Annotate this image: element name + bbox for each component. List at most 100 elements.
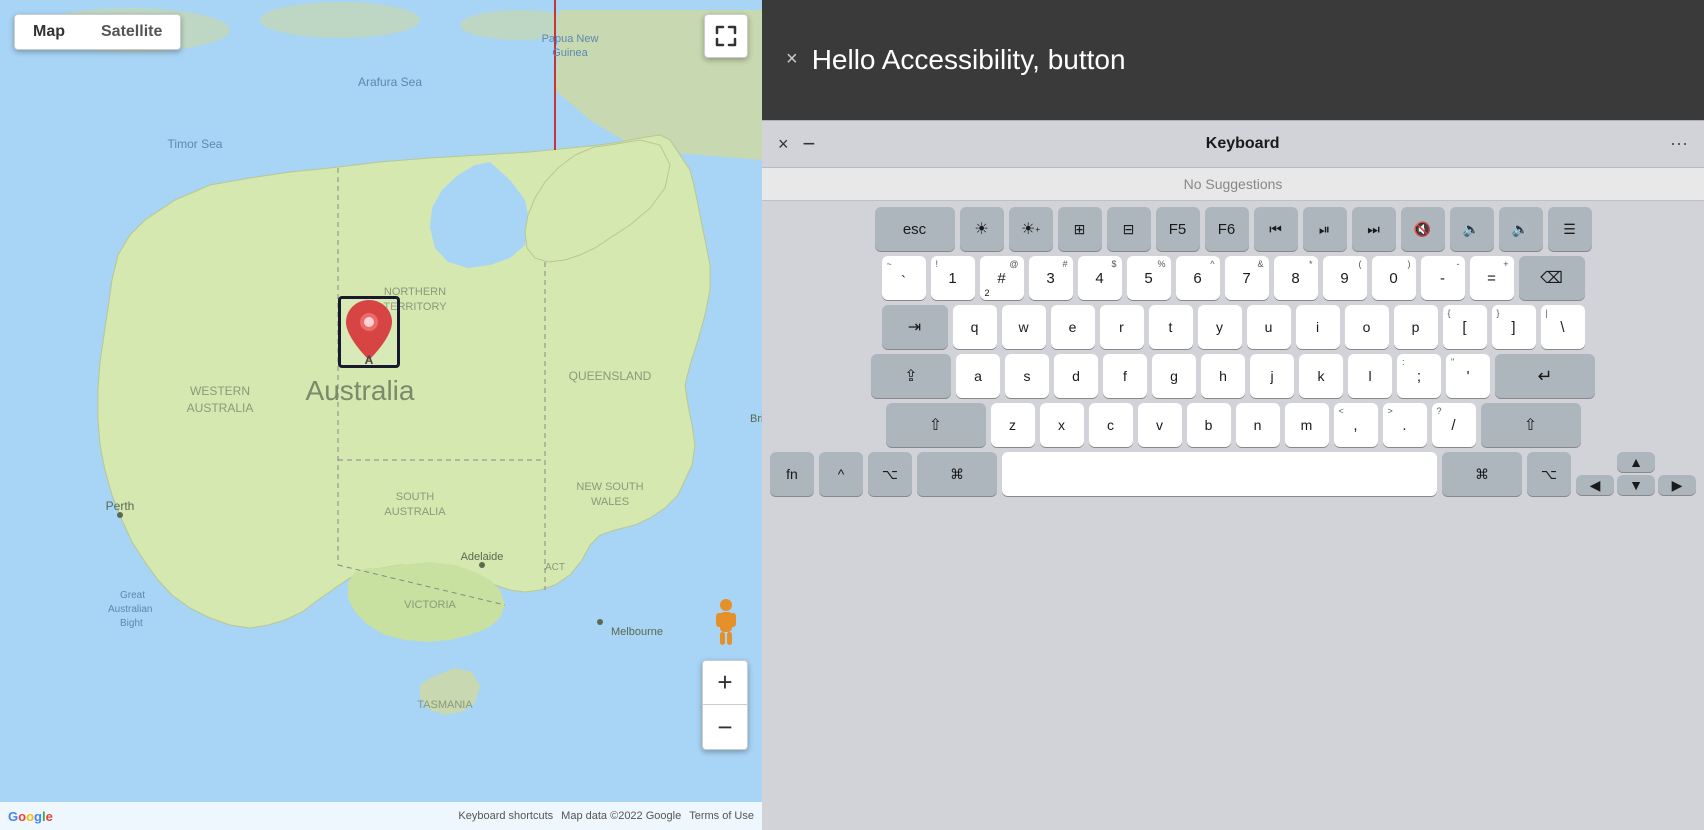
zoom-out-button[interactable]: − [703, 705, 747, 749]
map-footer-links: Keyboard shortcuts Map data ©2022 Google… [458, 810, 754, 822]
pegman-icon [708, 598, 744, 648]
key-equals[interactable]: += [1470, 256, 1514, 300]
svg-text:WESTERN: WESTERN [190, 384, 250, 398]
key-p[interactable]: p [1394, 305, 1438, 349]
key-slash[interactable]: ?/ [1432, 403, 1476, 447]
keyboard-more-button[interactable]: ⋯ [1670, 134, 1688, 155]
key-0[interactable]: )0 [1372, 256, 1416, 300]
key-t[interactable]: t [1149, 305, 1193, 349]
key-7[interactable]: &7 [1225, 256, 1269, 300]
key-2[interactable]: @#2 [980, 256, 1024, 300]
key-5[interactable]: %5 [1127, 256, 1171, 300]
key-arrow-left[interactable]: ◀ [1576, 475, 1614, 495]
key-menu[interactable]: ☰ [1548, 207, 1592, 251]
keyboard-shortcuts-link[interactable]: Keyboard shortcuts [458, 810, 553, 822]
key-c[interactable]: c [1089, 403, 1133, 447]
key-d[interactable]: d [1054, 354, 1098, 398]
satellite-tab[interactable]: Satellite [83, 15, 180, 49]
key-v[interactable]: v [1138, 403, 1182, 447]
key-x[interactable]: x [1040, 403, 1084, 447]
svg-text:VICTORIA: VICTORIA [404, 599, 456, 611]
key-f[interactable]: f [1103, 354, 1147, 398]
key-launchpad[interactable]: ⊟ [1107, 207, 1151, 251]
key-tilde-grave[interactable]: ~` [882, 256, 926, 300]
key-option-right[interactable]: ⌥ [1527, 452, 1571, 496]
key-u[interactable]: u [1247, 305, 1291, 349]
key-fast-forward[interactable]: ⏭ [1352, 207, 1396, 251]
key-1[interactable]: !1 [931, 256, 975, 300]
key-backspace[interactable]: ⌫ [1519, 256, 1585, 300]
key-z[interactable]: z [991, 403, 1035, 447]
key-a[interactable]: a [956, 354, 1000, 398]
svg-text:ACT: ACT [545, 562, 565, 573]
key-9[interactable]: (9 [1323, 256, 1367, 300]
key-capslock[interactable]: ⇪ [871, 354, 951, 398]
accessibility-text: Hello Accessibility, button [812, 44, 1126, 76]
key-brightness-down[interactable]: ☀ [960, 207, 1004, 251]
fullscreen-button[interactable] [704, 14, 748, 58]
key-mission-control[interactable]: ⊞ [1058, 207, 1102, 251]
map-pin[interactable]: A [338, 296, 400, 368]
key-6[interactable]: ^6 [1176, 256, 1220, 300]
key-o[interactable]: o [1345, 305, 1389, 349]
key-f6[interactable]: F6 [1205, 207, 1249, 251]
terms-link[interactable]: Terms of Use [689, 810, 754, 822]
key-arrow-right[interactable]: ▶ [1658, 475, 1696, 495]
pegman-button[interactable] [704, 601, 748, 645]
key-i[interactable]: i [1296, 305, 1340, 349]
key-s[interactable]: s [1005, 354, 1049, 398]
key-rewind[interactable]: ⏮ [1254, 207, 1298, 251]
key-space[interactable] [1002, 452, 1437, 496]
map-tab[interactable]: Map [15, 15, 83, 49]
key-play-pause[interactable]: ⏯ [1303, 207, 1347, 251]
key-q[interactable]: q [953, 305, 997, 349]
key-j[interactable]: j [1250, 354, 1294, 398]
key-r[interactable]: r [1100, 305, 1144, 349]
key-arrow-up[interactable]: ▲ [1617, 452, 1655, 472]
keyboard-minimize-button[interactable]: − [803, 131, 816, 157]
key-b[interactable]: b [1187, 403, 1231, 447]
key-4[interactable]: $4 [1078, 256, 1122, 300]
key-ctrl[interactable]: ^ [819, 452, 863, 496]
key-semicolon[interactable]: :; [1397, 354, 1441, 398]
key-cmd-right[interactable]: ⌘ [1442, 452, 1522, 496]
key-8[interactable]: *8 [1274, 256, 1318, 300]
key-vol-down[interactable]: 🔉 [1450, 207, 1494, 251]
key-vol-up[interactable]: 🔊 [1499, 207, 1543, 251]
key-n[interactable]: n [1236, 403, 1280, 447]
key-backslash[interactable]: |\ [1541, 305, 1585, 349]
key-3[interactable]: #3 [1029, 256, 1073, 300]
key-shift-left[interactable]: ⇧ [886, 403, 986, 447]
key-l[interactable]: l [1348, 354, 1392, 398]
key-period[interactable]: >. [1383, 403, 1427, 447]
key-esc[interactable]: esc [875, 207, 955, 251]
accessibility-close-button[interactable]: × [786, 48, 798, 71]
key-e[interactable]: e [1051, 305, 1095, 349]
svg-text:Guinea: Guinea [552, 47, 588, 59]
key-arrow-down[interactable]: ▼ [1617, 475, 1655, 495]
key-shift-right[interactable]: ⇧ [1481, 403, 1581, 447]
key-cmd-left[interactable]: ⌘ [917, 452, 997, 496]
key-rbracket[interactable]: }] [1492, 305, 1536, 349]
key-y[interactable]: y [1198, 305, 1242, 349]
accessibility-bar: × Hello Accessibility, button [762, 0, 1704, 120]
key-comma[interactable]: <, [1334, 403, 1378, 447]
key-f5[interactable]: F5 [1156, 207, 1200, 251]
key-h[interactable]: h [1201, 354, 1245, 398]
key-brightness-up[interactable]: ☀+ [1009, 207, 1053, 251]
key-g[interactable]: g [1152, 354, 1196, 398]
key-mute[interactable]: 🔇 [1401, 207, 1445, 251]
key-k[interactable]: k [1299, 354, 1343, 398]
key-quote[interactable]: "' [1446, 354, 1490, 398]
key-tab[interactable]: ⇥ [882, 305, 948, 349]
key-option-left[interactable]: ⌥ [868, 452, 912, 496]
keyboard-close-button[interactable]: × [778, 134, 789, 155]
zoom-in-button[interactable]: + [703, 661, 747, 705]
key-return[interactable]: ↵ [1495, 354, 1595, 398]
key-lbracket[interactable]: {[ [1443, 305, 1487, 349]
key-m[interactable]: m [1285, 403, 1329, 447]
key-fn[interactable]: fn [770, 452, 814, 496]
key-w[interactable]: w [1002, 305, 1046, 349]
map-attribution: Map data ©2022 Google [561, 810, 681, 822]
key-minus[interactable]: -- [1421, 256, 1465, 300]
